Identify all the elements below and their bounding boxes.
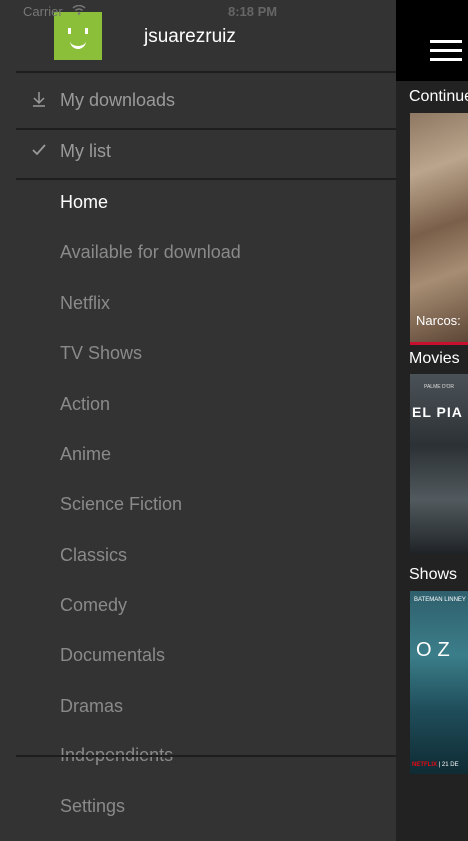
menu-item-documentals[interactable]: Documentals (16, 631, 396, 679)
menu-item-action[interactable]: Action (16, 380, 396, 428)
menu-item-settings[interactable]: Settings (16, 782, 396, 830)
menu-item-label: Netflix (60, 293, 111, 313)
menu-item-label: Dramas (60, 696, 124, 716)
menu-item-label: Anime (60, 444, 112, 464)
menu-item-my-list[interactable]: My list (16, 127, 396, 175)
menu-item-label: Classics (60, 545, 128, 565)
menu-item-label: Settings (60, 796, 126, 816)
menu-item-label: Action (60, 394, 111, 414)
poster-title-text: OZ (416, 639, 456, 661)
menu-item-classics[interactable]: Classics (16, 531, 396, 579)
section-title-continue: Continue (409, 88, 468, 105)
avatar-smile-icon (70, 38, 86, 49)
continue-watching-tile[interactable]: Narcos: (410, 113, 468, 345)
menu-item-dramas[interactable]: Dramas (16, 682, 396, 730)
menu-item-home[interactable]: Home (16, 178, 396, 226)
check-icon (32, 144, 46, 156)
drawer-content: jsuarezruiz My downloads My list Home Av… (16, 0, 396, 841)
section-title-movies: Movies (409, 350, 460, 367)
wifi-icon (72, 5, 86, 15)
navigation-drawer: jsuarezruiz My downloads My list Home Av… (0, 0, 396, 841)
tile-caption: Narcos: (416, 313, 461, 328)
poster-award-text: PALME D'OR (424, 384, 455, 390)
menu-item-label: Comedy (60, 595, 128, 615)
menu-item-my-downloads[interactable]: My downloads (16, 76, 396, 124)
poster-title-text: EL PIA (412, 404, 463, 420)
divider (16, 71, 396, 73)
avatar-eye-icon (68, 28, 71, 34)
menu-item-tv-shows[interactable]: TV Shows (16, 329, 396, 377)
netflix-brand-text: NETFLIX (412, 762, 437, 768)
avatar-eye-icon (85, 28, 88, 34)
movie-poster-tile[interactable]: PALME D'OR EL PIA (410, 374, 468, 554)
poster-release-text: NETFLIX | 21 DE (412, 762, 459, 768)
menu-item-label: Documentals (60, 645, 166, 665)
poster-date-text: | 21 DE (437, 762, 459, 768)
menu-item-label: Available for download (60, 242, 241, 262)
menu-item-netflix[interactable]: Netflix (16, 279, 396, 327)
status-bar: Carrier 8:18 PM (0, 0, 468, 22)
app-root: jsuarezruiz My downloads My list Home Av… (0, 0, 468, 841)
download-icon (33, 92, 45, 107)
menu-item-label: Science Fiction (60, 494, 183, 514)
main-content: Continue Narcos: Movies PALME D'OR EL PI… (396, 0, 468, 841)
menu-item-available-for-download[interactable]: Available for download (16, 228, 396, 276)
show-poster-tile[interactable]: BATEMAN LINNEY OZ NETFLIX | 21 DE (410, 591, 468, 774)
menu-item-label: Home (60, 192, 109, 212)
menu-item-label: My list (60, 141, 111, 161)
menu-item-label: My downloads (60, 90, 176, 110)
menu-item-anime[interactable]: Anime (16, 430, 396, 478)
poster-cast-text: BATEMAN LINNEY (414, 597, 466, 603)
section-title-shows: Shows (409, 566, 458, 583)
divider (16, 755, 396, 757)
username: jsuarezruiz (144, 26, 236, 47)
carrier-label: Carrier (23, 4, 63, 19)
menu-item-science-fiction[interactable]: Science Fiction (16, 480, 396, 528)
menu-item-label: TV Shows (60, 343, 143, 363)
clock-label: 8:18 PM (228, 4, 278, 19)
menu-item-comedy[interactable]: Comedy (16, 581, 396, 629)
hamburger-menu-icon[interactable] (430, 40, 462, 64)
